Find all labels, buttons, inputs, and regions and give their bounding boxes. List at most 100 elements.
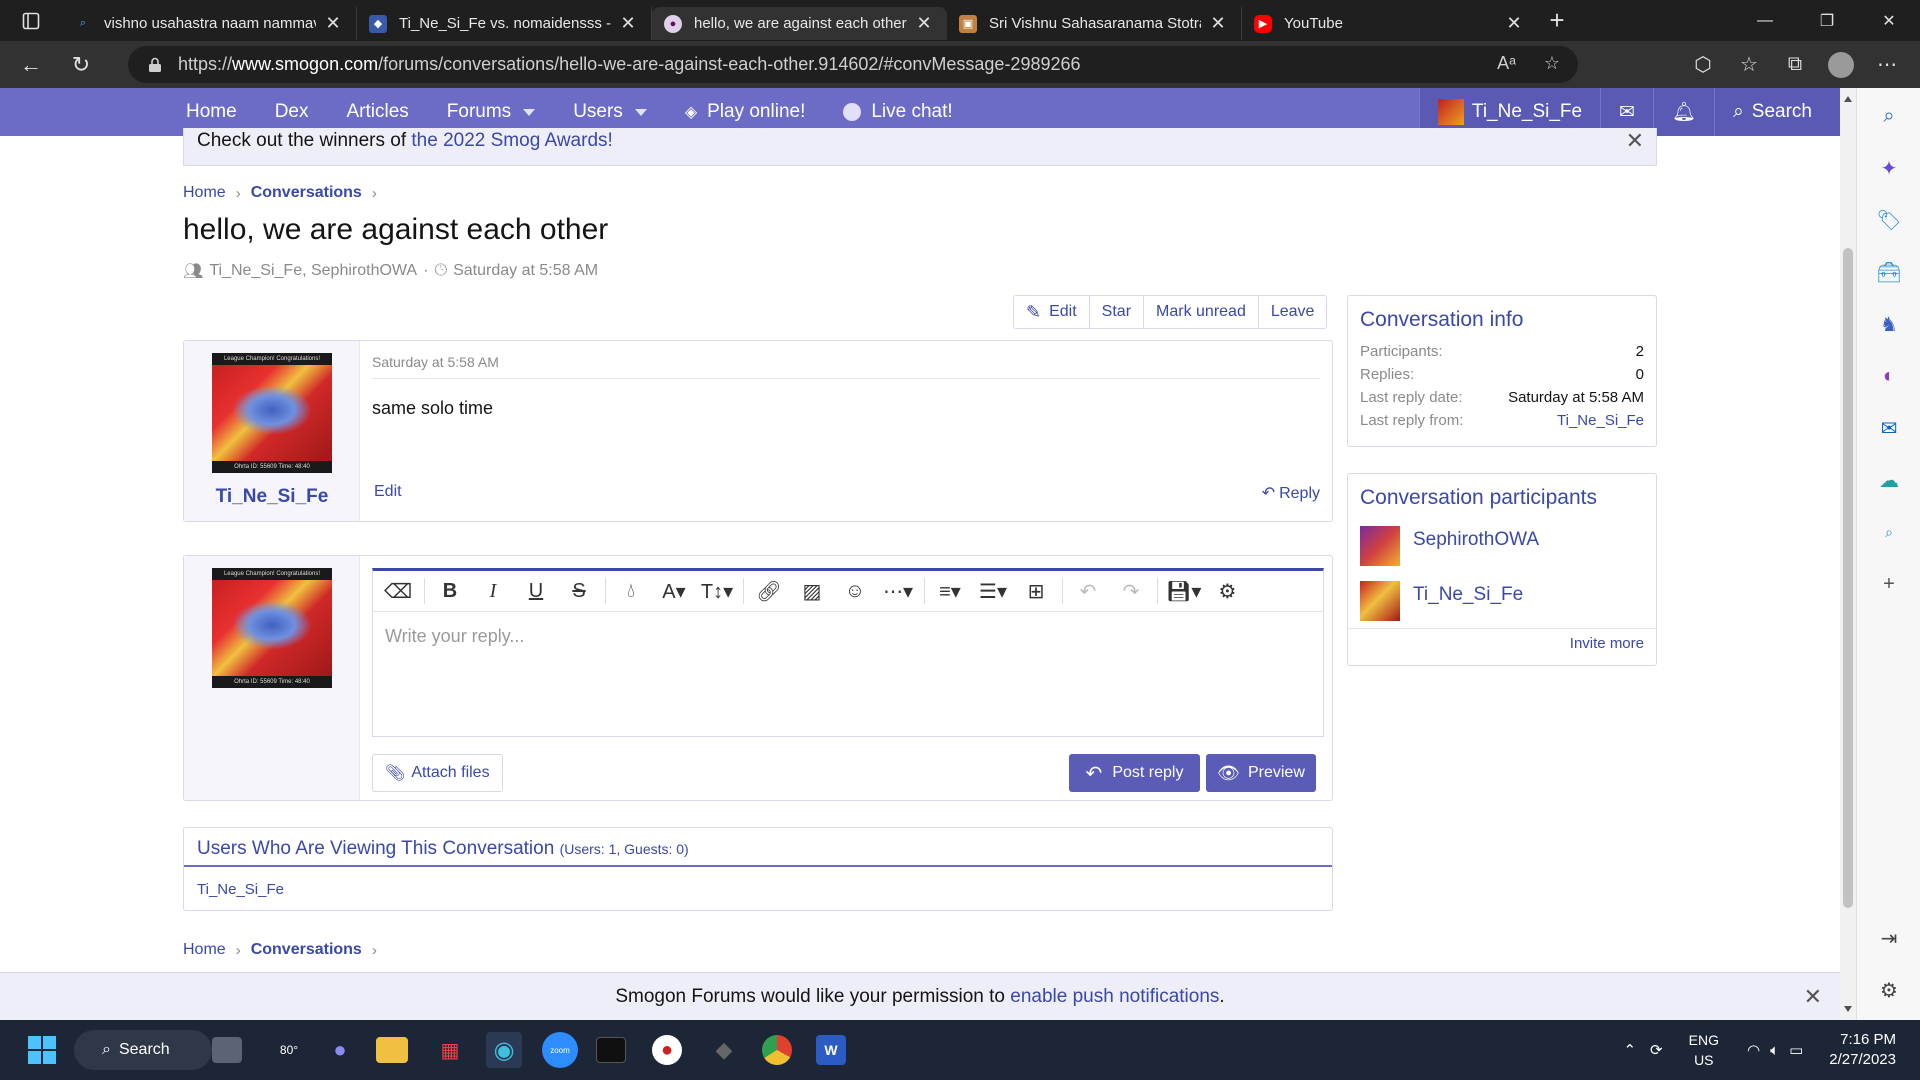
text-color-icon[interactable]: 💧︎ [614,576,648,606]
close-tab-icon[interactable]: ✕ [617,13,639,34]
volume-icon[interactable]: 🔈︎ [1770,1042,1779,1059]
tab-actions-button[interactable] [0,0,62,41]
emoji-icon[interactable]: ☺ [838,576,872,606]
breadcrumb-home[interactable]: Home [183,184,226,202]
attach-files-button[interactable]: 📎︎ Attach files [372,754,503,792]
preview-button[interactable]: 👁︎ Preview [1206,754,1316,792]
weather-icon[interactable]: 80° [266,1032,312,1068]
notice-link[interactable]: the 2022 Smog Awards! [411,130,612,151]
store-icon[interactable]: ▦ [432,1032,468,1068]
meta-participants[interactable]: Ti_Ne_Si_Fe, SephirothOWA [209,262,417,280]
viewer-user[interactable]: Ti_Ne_Si_Fe [197,881,284,898]
outlook-icon[interactable]: ✉ [1877,416,1901,440]
nav-articles[interactable]: Articles [346,101,408,123]
language-indicator[interactable]: ENG US [1689,1030,1719,1070]
close-tab-icon[interactable]: ✕ [1503,13,1525,34]
chevron-down-icon[interactable] [634,108,647,116]
sidebar-search-icon[interactable]: ⌕ [1877,104,1901,128]
nav-forums[interactable]: Forums [447,101,536,123]
close-push-icon[interactable]: ✕ [1804,973,1822,1021]
favorites-icon[interactable]: ☆ [1726,45,1772,85]
chrome-icon[interactable] [762,1035,792,1065]
back-button[interactable]: ← [8,45,54,85]
page-scrollbar[interactable] [1840,88,1856,1020]
scroll-down-icon[interactable] [1844,1006,1852,1012]
leave-button[interactable]: Leave [1259,296,1327,328]
hide-sidebar-icon[interactable]: ⇥ [1877,926,1901,950]
underline-icon[interactable]: U [519,576,553,606]
browser-tab-4[interactable]: ▶ YouTube ✕ [1242,7,1537,40]
user-avatar[interactable]: League Champion! Congratulations! Ohrta … [212,353,332,473]
read-aloud-icon[interactable]: Aᵃ [1497,53,1516,74]
profile-avatar-icon[interactable] [1828,51,1854,78]
browser-tab-3[interactable]: ▣ Sri Vishnu Sahasaranama Stotram ✕ [947,7,1242,40]
shopping-tag-icon[interactable]: 🏷︎ [1876,208,1901,232]
dismiss-notice-icon[interactable]: ✕ [1626,128,1644,154]
dark-app-icon[interactable]: ◆ [706,1032,742,1068]
align-icon[interactable]: ≡▾ [933,576,967,606]
extensions-icon[interactable]: ⬡ [1680,45,1726,85]
star-button[interactable]: Star [1090,296,1145,328]
task-view-icon[interactable] [212,1037,242,1063]
participant-name[interactable]: SephirothOWA [1413,529,1539,551]
link-icon[interactable]: 🔗︎ [752,576,786,606]
message-author[interactable]: Ti_Ne_Si_Fe [184,486,360,508]
breadcrumb-conversations[interactable]: Conversations [251,941,362,959]
sync-icon[interactable]: ⟳ [1650,1041,1663,1059]
battery-icon[interactable]: ▭ [1789,1041,1803,1059]
settings-gear-icon[interactable]: ⚙ [1210,576,1244,606]
office-icon[interactable]: ◐ [1877,364,1901,388]
undo-icon[interactable]: ↶ [1071,576,1105,606]
add-sidebar-icon[interactable]: + [1877,572,1901,596]
nav-users[interactable]: Users [573,101,647,123]
edge-browser-icon[interactable]: ◉ [486,1032,522,1068]
font-family-icon[interactable]: A▾ [657,576,691,606]
clock[interactable]: 7:16 PM 2/27/2023 [1829,1030,1920,1070]
collections-icon[interactable]: ⧉ [1772,45,1818,85]
italic-icon[interactable]: I [476,576,510,606]
table-icon[interactable]: ⊞ [1019,576,1053,606]
red-app-icon[interactable]: ● [652,1035,682,1065]
post-reply-button[interactable]: ↶ Post reply [1069,754,1200,792]
zoom-icon[interactable]: zoom [542,1032,578,1068]
breadcrumb-conversations[interactable]: Conversations [251,184,362,202]
copilot-icon[interactable]: ✦ [1877,156,1901,180]
user-avatar[interactable]: League Champion! Congratulations! Ohrta … [212,568,332,688]
close-tab-icon[interactable]: ✕ [322,13,344,34]
redo-icon[interactable]: ↷ [1114,576,1148,606]
browser-tab-1[interactable]: ◆ Ti_Ne_Si_Fe vs. nomaidensss - Sh ✕ [357,7,652,40]
nav-dex[interactable]: Dex [275,101,309,123]
bing-search-icon[interactable]: ⌕ [1877,520,1901,544]
file-explorer-icon[interactable] [376,1037,408,1063]
message-date[interactable]: Saturday at 5:58 AM [372,354,499,370]
info-value-link[interactable]: Ti_Ne_Si_Fe [1557,412,1644,429]
eraser-icon[interactable]: ⌫ [381,576,415,606]
alerts-button[interactable]: 🔔︎ [1653,88,1714,136]
scroll-up-icon[interactable] [1844,96,1852,102]
wifi-icon[interactable]: ◠ [1747,1041,1760,1059]
image-icon[interactable]: ▨ [795,576,829,606]
taskbar-search[interactable]: ⌕ Search [74,1030,212,1070]
restore-icon[interactable]: ❐ [1796,0,1858,41]
edit-conversation-button[interactable]: ✎ Edit [1014,296,1090,328]
tools-icon[interactable]: 🧰︎ [1876,260,1901,284]
bold-icon[interactable]: B [433,576,467,606]
nav-play-online[interactable]: ◈ Play online! [685,101,806,123]
minimize-icon[interactable]: — [1734,0,1796,41]
participant-avatar[interactable] [1360,525,1400,566]
tray-chevron-icon[interactable]: ⌃ [1623,1041,1636,1059]
sidebar-settings-icon[interactable]: ⚙ [1877,978,1901,1002]
scroll-thumb[interactable] [1843,248,1853,908]
list-icon[interactable]: ☰▾ [976,576,1010,606]
close-window-icon[interactable]: ✕ [1858,0,1920,41]
browser-tab-0[interactable]: ⌕ vishno usahastra naam nammava ✕ [62,7,357,40]
windows-start-icon[interactable] [24,1032,60,1068]
nav-live-chat[interactable]: Live chat! [843,101,953,123]
url-bar[interactable]: https://www.smogon.com/forums/conversati… [128,46,1578,83]
teams-chat-icon[interactable]: ● [322,1032,358,1068]
enable-push-link[interactable]: enable push notifications [1010,986,1219,1007]
more-insert-icon[interactable]: ⋯▾ [881,576,915,606]
strikethrough-icon[interactable]: S [562,576,596,606]
font-size-icon[interactable]: T↕▾ [700,576,734,606]
close-tab-icon[interactable]: ✕ [913,13,935,34]
